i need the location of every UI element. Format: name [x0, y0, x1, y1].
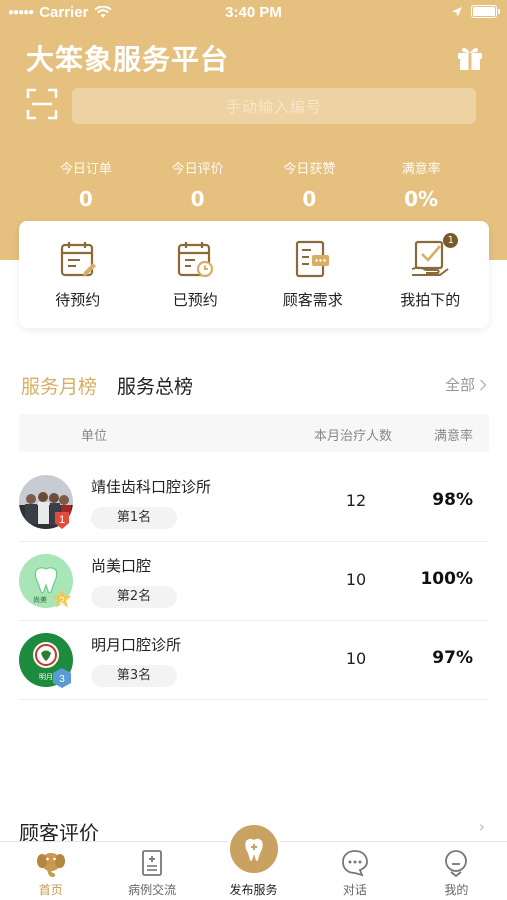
action-icon-wrap: 1	[410, 233, 459, 279]
ranking-tabs: 服务月榜 服务总榜 全部	[21, 372, 487, 399]
chevron-right-icon	[479, 378, 487, 391]
action-label: 已预约	[172, 291, 218, 309]
app-screen: ●●●●● Carrier 3:40 PM 大笨象服务平台 手动输入编号 今日订…	[0, 0, 507, 900]
tab-label: 病例交流	[128, 883, 177, 897]
case-record-icon	[142, 850, 163, 876]
clock: 3:40 PM	[225, 4, 282, 21]
action-label: 我拍下的	[400, 291, 461, 309]
search-input[interactable]: 手动输入编号	[72, 88, 476, 124]
notification-badge: 1	[443, 233, 459, 248]
rank-pill: 第3名	[91, 665, 177, 687]
satisfaction-rate: 100%	[420, 569, 473, 589]
view-all-link[interactable]: 全部	[445, 374, 487, 395]
location-arrow-icon	[452, 6, 462, 17]
tooth-add-icon	[245, 838, 263, 861]
clinic-name: 明月口腔诊所	[91, 636, 182, 654]
action-customer-needs[interactable]: 顾客需求	[254, 221, 372, 328]
clinic-avatar: 明月 3	[19, 633, 73, 688]
rank-pill: 第2名	[91, 586, 177, 608]
gift-icon[interactable]	[455, 42, 485, 72]
satisfaction-rate: 98%	[432, 490, 473, 510]
rank-pill: 第1名	[91, 507, 177, 529]
action-label: 顾客需求	[282, 291, 343, 309]
tab-label: 发布服务	[229, 883, 278, 897]
column-unit: 单位	[81, 429, 108, 444]
rank-number: 2	[59, 596, 65, 607]
stat-value: 0	[302, 187, 317, 211]
stat-label: 满意率	[401, 162, 441, 177]
table-row[interactable]: 尚美 2 尚美口腔 第2名 10 100%	[19, 542, 489, 621]
search-placeholder: 手动输入编号	[225, 97, 322, 116]
tab-profile[interactable]: 我的	[406, 842, 507, 900]
tab-label: 我的	[444, 883, 469, 897]
action-icon-wrap	[293, 239, 333, 279]
table-row[interactable]: 明月 3 明月口腔诊所 第3名 10 97%	[19, 621, 489, 700]
chat-bubble-icon	[342, 850, 368, 877]
svg-text:尚美: 尚美	[33, 595, 47, 604]
action-icon-wrap	[58, 239, 98, 279]
tab-overall-ranking[interactable]: 服务总榜	[117, 372, 193, 399]
monthly-patient-count: 12	[345, 491, 367, 510]
chevron-right-icon[interactable]: ›	[479, 817, 485, 836]
stat-label: 今日获赞	[283, 162, 336, 177]
tab-label: 首页	[38, 883, 63, 897]
scan-icon[interactable]	[26, 88, 58, 120]
quick-actions-card: 待预约 已预约 顾客需求 1 我拍下的	[19, 221, 489, 328]
publish-service-button[interactable]	[227, 822, 281, 876]
tab-case-exchange[interactable]: 病例交流	[101, 842, 202, 900]
battery-icon	[471, 5, 500, 18]
stat-label: 今日订单	[59, 162, 112, 177]
profile-icon	[445, 850, 468, 878]
stat-label: 今日评价	[171, 162, 224, 177]
stat-likes[interactable]: 今日获赞 0	[254, 158, 366, 211]
stat-value: 0%	[404, 187, 439, 211]
action-my-orders[interactable]: 1 我拍下的	[372, 221, 490, 328]
column-monthly-patients: 本月治疗人数	[314, 429, 393, 444]
calendar-clock-icon	[178, 242, 214, 278]
satisfaction-rate: 97%	[432, 648, 473, 668]
rank-3-badge-icon: 3	[53, 668, 71, 688]
rank-1-badge-icon: 1	[55, 512, 69, 529]
stat-orders[interactable]: 今日订单 0	[30, 158, 142, 211]
today-stats: 今日订单 0 今日评价 0 今日获赞 0 满意率 0%	[30, 158, 477, 211]
clinic-avatar: 尚美 2	[19, 554, 73, 608]
status-right	[451, 5, 500, 18]
monthly-patient-count: 10	[345, 649, 367, 668]
stat-satisfaction[interactable]: 满意率 0%	[365, 158, 477, 211]
tab-monthly-ranking[interactable]: 服务月榜	[21, 372, 97, 399]
action-booked[interactable]: 已预约	[137, 221, 255, 328]
stat-reviews[interactable]: 今日评价 0	[142, 158, 254, 211]
action-label: 待预约	[55, 291, 101, 309]
action-icon-wrap	[175, 239, 215, 279]
monthly-patient-count: 10	[345, 570, 367, 589]
tab-label: 对话	[342, 883, 367, 897]
rank-2-badge-icon: 2	[52, 589, 72, 608]
calendar-edit-icon	[60, 242, 96, 277]
action-pending-booking[interactable]: 待预约	[19, 221, 137, 328]
view-all-label: 全部	[444, 376, 475, 394]
stat-value: 0	[78, 187, 93, 211]
rank-number: 1	[59, 514, 65, 526]
rank-number: 3	[59, 674, 65, 685]
document-chat-icon	[295, 240, 329, 278]
stat-value: 0	[190, 187, 205, 211]
ranking-table-header: 单位 本月治疗人数 满意率	[19, 414, 489, 452]
table-row[interactable]: 1 靖佳齿科口腔诊所 第1名 12 98%	[19, 463, 489, 542]
elephant-home-icon	[36, 853, 65, 877]
status-bar: ●●●●● Carrier 3:40 PM	[0, 0, 507, 28]
column-satisfaction: 满意率	[433, 429, 473, 444]
clinic-avatar: 1	[19, 475, 73, 529]
clinic-name: 尚美口腔	[91, 557, 152, 575]
tab-home[interactable]: 首页	[0, 842, 101, 900]
clinic-name: 靖佳齿科口腔诊所	[91, 478, 212, 496]
tab-chat[interactable]: 对话	[304, 842, 405, 900]
page-title: 大笨象服务平台	[26, 43, 230, 76]
